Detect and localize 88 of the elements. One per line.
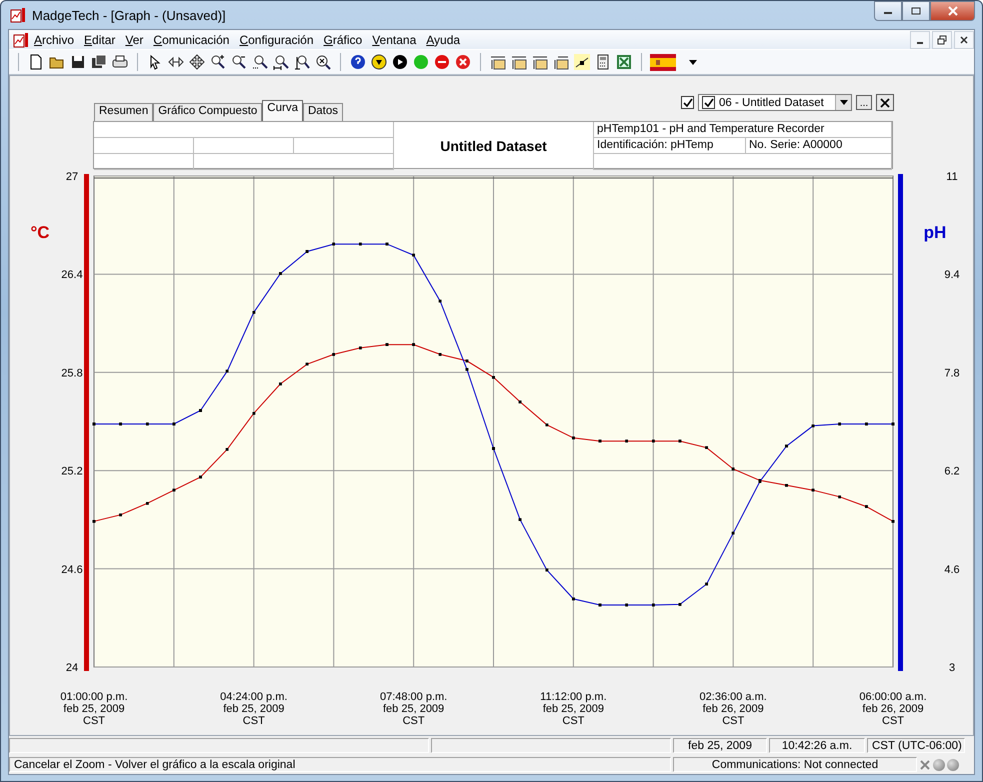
x-tick-label: 07:48:00 p.m. feb 25, 2009 CST — [380, 691, 448, 727]
serial-number: No. Serie: A00000 — [746, 138, 892, 154]
tab[interactable]: Curva — [262, 100, 303, 121]
document-icon[interactable] — [13, 32, 29, 48]
close-icon — [960, 36, 968, 44]
maximize-button[interactable] — [902, 1, 930, 21]
device-name: pHTemp101 - pH and Temperature Recorder — [594, 122, 892, 138]
app-icon — [10, 7, 26, 23]
save-all-icon[interactable] — [91, 54, 107, 70]
y-tick-label: 6.2 — [944, 466, 960, 478]
y-tick-label: 24.6 — [61, 564, 83, 576]
checkbox[interactable] — [681, 96, 694, 109]
zoom-out-icon[interactable] — [231, 54, 247, 70]
stop-icon[interactable] — [434, 54, 450, 70]
x-tick-label: 04:24:00 p.m. feb 25, 2009 CST — [220, 691, 288, 727]
close-icon[interactable] — [919, 758, 931, 770]
alarm-table-icon[interactable] — [490, 54, 506, 70]
download-icon[interactable] — [371, 54, 387, 70]
tab[interactable]: Gráfico Compuesto — [153, 103, 262, 121]
y-axis-title: °C — [30, 223, 50, 242]
peak-table-icon[interactable] — [511, 54, 527, 70]
tab[interactable]: Resumen — [94, 103, 154, 121]
x-tick-label: 11:12:00 p.m. feb 25, 2009 CST — [540, 691, 607, 727]
pan-horizontal-icon[interactable] — [168, 54, 184, 70]
tab[interactable]: Datos — [302, 103, 344, 121]
flag-icon[interactable] — [650, 54, 676, 70]
dataset-name: 06 - Untitled Dataset — [719, 96, 824, 108]
maximize-icon — [911, 7, 921, 15]
y-axis-title: pH — [924, 223, 946, 242]
menu-item[interactable]: Gráfico — [318, 32, 368, 46]
status-message: Cancelar el Zoom - Volver el gráfico a la escala original — [9, 757, 671, 772]
calculator-icon[interactable] — [595, 54, 611, 70]
menu-item[interactable]: Ayuda — [421, 32, 466, 46]
zoom-horizontal-icon[interactable] — [273, 54, 289, 70]
y-tick-label: 25.2 — [61, 466, 83, 478]
new-file-icon[interactable] — [28, 54, 44, 70]
checkbox[interactable] — [702, 96, 715, 109]
status-light-icon — [947, 758, 959, 770]
restore-button[interactable] — [932, 30, 952, 48]
status-time: 10:42:26 a.m. — [769, 738, 865, 753]
y-tick-label: 3 — [948, 662, 956, 674]
move-icon[interactable] — [189, 54, 205, 70]
y-tick-label: 26.4 — [61, 269, 83, 282]
y-tick-label: 7.8 — [944, 367, 960, 380]
x-tick-label: 06:00:00 a.m. feb 26, 2009 CST — [859, 691, 927, 727]
status-timezone: CST (UTC-06:00) — [867, 738, 965, 753]
minimize-icon — [917, 42, 923, 44]
dropdown-caret-icon[interactable] — [687, 58, 699, 66]
menu-item[interactable]: Archivo — [29, 32, 80, 46]
dataset-dropdown[interactable]: 06 - Untitled Dataset — [698, 94, 852, 111]
close-icon — [946, 6, 958, 16]
y-tick-label: 27 — [66, 171, 78, 183]
zoom-vertical-icon[interactable] — [294, 54, 310, 70]
help-icon[interactable] — [350, 54, 366, 70]
identification: Identificación: pHTemp — [594, 138, 746, 154]
zoom-area-icon[interactable] — [252, 54, 268, 70]
status-date: feb 25, 2009 — [673, 738, 767, 753]
menu-item[interactable]: Ver — [120, 32, 148, 46]
y-tick-label: 24 — [66, 662, 78, 674]
print-icon[interactable] — [112, 54, 128, 70]
close-button[interactable] — [876, 94, 894, 111]
y-tick-label: 11 — [946, 171, 958, 183]
x-tick-label: 02:36:00 a.m. feb 26, 2009 CST — [700, 691, 767, 727]
dataset-title: Untitled Dataset — [394, 122, 594, 170]
x-tick-label: 01:00:00 p.m. feb 25, 2009 CST — [60, 691, 128, 727]
zoom-reset-icon[interactable] — [315, 54, 331, 70]
connection-status: Communications: Not connected — [673, 757, 917, 772]
restore-icon — [937, 34, 947, 44]
spreadsheet-icon[interactable] — [616, 54, 632, 70]
zoom-in-icon[interactable] — [210, 54, 226, 70]
minimize-button[interactable] — [874, 1, 902, 21]
close-icon — [880, 98, 890, 108]
range-table-icon[interactable] — [553, 54, 569, 70]
menu-item[interactable]: Comunicación — [148, 32, 234, 46]
more-button[interactable]: ... — [856, 95, 872, 110]
status-light-icon — [933, 758, 945, 770]
play-icon[interactable] — [392, 54, 408, 70]
cancel-icon[interactable] — [455, 54, 471, 70]
menu-item[interactable]: Editar — [79, 32, 120, 46]
menu-item[interactable]: Configuración — [234, 32, 319, 46]
menu-item[interactable]: Ventana — [367, 32, 422, 46]
statistics-table-icon[interactable] — [532, 54, 548, 70]
y-tick-label: 25.8 — [61, 367, 83, 380]
y-tick-label: 4.6 — [944, 564, 960, 576]
save-icon[interactable] — [70, 54, 86, 70]
y-tick-label: 9.4 — [944, 269, 960, 282]
window-title: MadgeTech - [Graph - (Unsaved)] — [32, 8, 226, 22]
dropdown-caret-icon[interactable] — [840, 100, 848, 105]
